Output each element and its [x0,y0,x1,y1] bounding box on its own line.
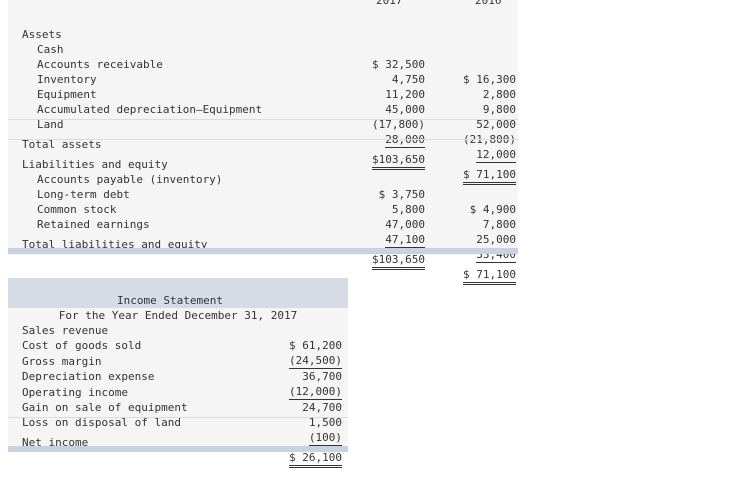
table-row: Inventory 11,200 9,800 [8,57,518,116]
net-income-row: Net income $ 26,100 [8,420,348,468]
column-header-2016: 2016 [475,0,502,7]
table-row: Cash $ 32,500 $ 16,300 [8,27,518,86]
assets-heading-row: Assets [8,12,518,41]
table-row: Common stock 47,000 25,000 [8,187,518,246]
table-row: Sales revenue $ 61,200 [8,308,348,352]
column-header-2017: 2017 [376,0,403,7]
table-row: Accounts payable (inventory) $ 3,750 $ 4… [8,157,518,216]
table-row: Loss on disposal of land (100) [8,400,348,446]
table-row: Gross margin 36,700 [8,339,348,383]
value-2017: $103,650 [372,252,425,270]
table-row: Long-term debt 5,800 7,800 [8,172,518,231]
divider [8,139,518,140]
table-row: Operating income 24,700 [8,370,348,414]
value-2016: $ 71,100 [463,267,516,285]
table-row: Gain on sale of equipment 1,500 [8,385,348,429]
table-row: Accumulated depreciation—Equipment (17,8… [8,87,518,146]
table-bottom-bar [8,248,518,254]
income-statement-table: Income Statement For the Year Ended Dece… [8,278,348,468]
liabilities-heading-row: Liabilities and equity [8,142,518,171]
balance-sheet-table: 2017 2016 Assets Cash $ 32,500 $ 16,300 … [8,0,518,285]
row-value: $ 26,100 [289,450,342,468]
table-row: Depreciation expense (12,000) [8,354,348,400]
divider [8,417,348,418]
table-bottom-bar [8,446,348,452]
divider [8,119,518,120]
table-row: Accounts receivable 4,750 2,800 [8,42,518,101]
table-row: Equipment 45,000 52,000 [8,72,518,131]
table-row: Land 28,000 12,000 [8,102,518,163]
total-liabilities-row: Total liabilities and equity $103,650 $ … [8,222,518,285]
table-row: Retained earnings 47,100 33,400 [8,202,518,263]
total-assets-row: Total assets $103,650 $ 71,100 [8,122,518,185]
income-statement-subtitle-row: For the Year Ended December 31, 2017 [8,293,348,322]
table-row: Cost of goods sold (24,500) [8,323,348,369]
income-statement-title-row: Income Statement [8,278,348,307]
